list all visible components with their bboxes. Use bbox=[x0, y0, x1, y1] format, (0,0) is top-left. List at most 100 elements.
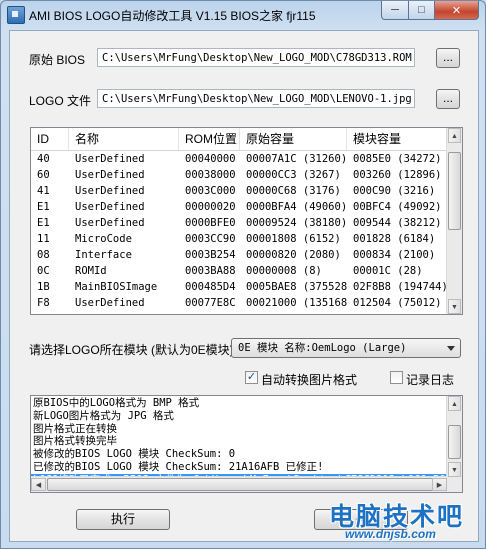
logo-path-input[interactable]: C:\Users\MrFung\Desktop\New_LOGO_MOD\LEN… bbox=[97, 89, 415, 108]
table-cell: 00021000 (135168) bbox=[246, 297, 347, 309]
table-row[interactable]: 08 Interface 0003B254 00000820 (2080) 000834… bbox=[31, 247, 447, 263]
maximize-button[interactable]: □ bbox=[409, 1, 435, 20]
table-cell: 00000CC3 (3267) bbox=[246, 169, 341, 181]
close-button[interactable]: ✕ bbox=[435, 1, 479, 20]
log-file-checkbox[interactable] bbox=[390, 371, 403, 384]
table-cell: 00038000 bbox=[185, 169, 236, 181]
table-row[interactable]: 1B MainBIOSImage 000485D4 0005BAE8 (375528)… bbox=[31, 279, 447, 295]
watermark: 电脑技术吧 www.dnjsb.com bbox=[327, 497, 477, 543]
scroll-up-icon[interactable]: ▲ bbox=[448, 396, 461, 411]
table-cell: 00000820 (2080) bbox=[246, 249, 341, 261]
module-select-value: 0E 模块 名称:OemLogo (Large) bbox=[238, 342, 407, 354]
table-cell: 003260 (12896) bbox=[353, 169, 442, 181]
browse-bios-button[interactable]: ... bbox=[436, 48, 460, 68]
run-button[interactable]: 执行 bbox=[76, 509, 170, 530]
scroll-up-icon[interactable]: ▲ bbox=[448, 128, 461, 143]
bios-file-label: 原始 BIOS bbox=[29, 53, 86, 67]
log-vscrollbar[interactable]: ▲ ▼ bbox=[446, 396, 462, 477]
table-cell: 00BFC4 (49092) bbox=[353, 201, 442, 213]
table-cell: UserDefined bbox=[75, 217, 145, 229]
log-line: 原BIOS中的LOGO格式为 BMP 格式 bbox=[33, 397, 200, 409]
table-cell: UserDefined bbox=[75, 201, 145, 213]
table-row[interactable]: E1 UserDefined 0000BFE0 00009524 (38180) 009… bbox=[31, 215, 447, 231]
column-header[interactable]: ID bbox=[31, 128, 69, 150]
scroll-thumb[interactable] bbox=[448, 425, 461, 459]
auto-convert-label: 自动转换图片格式 bbox=[261, 373, 358, 387]
table-cell: 02F8B8 (194744) bbox=[353, 281, 447, 293]
table-cell: 0003CC90 bbox=[185, 233, 236, 245]
table-cell: Interface bbox=[75, 249, 132, 261]
app-window: AMI BIOS LOGO自动修改工具 V1.15 BIOS之家 fjr115 … bbox=[0, 0, 486, 549]
table-cell: 00040000 bbox=[185, 153, 236, 165]
table-cell: UserDefined bbox=[75, 169, 145, 181]
table-cell: 1B bbox=[37, 281, 50, 293]
scroll-left-icon[interactable]: ◀ bbox=[31, 478, 46, 491]
table-cell: 40 bbox=[37, 153, 50, 165]
scroll-down-icon[interactable]: ▼ bbox=[448, 462, 461, 477]
table-cell: 0085E0 (34272) bbox=[353, 153, 442, 165]
scroll-thumb[interactable] bbox=[47, 478, 435, 491]
column-header[interactable]: 模块容量 bbox=[347, 128, 447, 150]
table-cell: 00077E8C bbox=[185, 297, 236, 309]
log-line: 新LOGO图片格式为 JPG 格式 bbox=[33, 409, 174, 422]
table-cell: 0C bbox=[37, 265, 50, 277]
window-controls: ─ □ ✕ bbox=[381, 1, 479, 21]
table-cell: 0003C000 bbox=[185, 185, 236, 197]
log-file-label: 记录日志 bbox=[406, 373, 455, 387]
table-cell: 000834 (2100) bbox=[353, 249, 436, 261]
table-cell: 00001808 (6152) bbox=[246, 233, 341, 245]
client-area: 原始 BIOS C:\Users\MrFung\Desktop\New_LOGO… bbox=[9, 30, 479, 542]
table-row[interactable]: 40 UserDefined 00040000 00007A1C (31260) 008… bbox=[31, 151, 447, 167]
table-cell: E1 bbox=[37, 201, 50, 213]
table-row[interactable]: 11 MicroCode 0003CC90 00001808 (6152) 001828… bbox=[31, 231, 447, 247]
log-hscrollbar[interactable]: ◀ ▶ bbox=[31, 476, 447, 492]
table-cell: UserDefined bbox=[75, 185, 145, 197]
table-cell: 00000C68 (3176) bbox=[246, 185, 341, 197]
module-select-dropdown[interactable]: 0E 模块 名称:OemLogo (Large) bbox=[231, 338, 461, 358]
table-cell: E1 bbox=[37, 217, 50, 229]
scroll-right-icon[interactable]: ▶ bbox=[432, 478, 447, 491]
scroll-thumb[interactable] bbox=[448, 152, 461, 230]
module-list-body: 40 UserDefined 00040000 00007A1C (31260) 008… bbox=[31, 151, 447, 311]
table-cell: UserDefined bbox=[75, 153, 145, 165]
title-bar[interactable]: AMI BIOS LOGO自动修改工具 V1.15 BIOS之家 fjr115 … bbox=[1, 1, 485, 29]
log-output[interactable]: 原BIOS中的LOGO格式为 BMP 格式 新LOGO图片格式为 JPG 格式 图片… bbox=[30, 395, 463, 493]
table-cell: 000C90 (3216) bbox=[353, 185, 436, 197]
table-row[interactable]: 0C ROMId 0003BA88 00000008 (8) 00001C (28) bbox=[31, 263, 447, 279]
table-cell: 0003B254 bbox=[185, 249, 236, 261]
scroll-down-icon[interactable]: ▼ bbox=[448, 299, 461, 314]
log-line: 图片格式转换完毕 bbox=[33, 435, 117, 448]
log-lines: 原BIOS中的LOGO格式为 BMP 格式 新LOGO图片格式为 JPG 格式 图片… bbox=[31, 396, 462, 487]
table-cell: 08 bbox=[37, 249, 50, 261]
browse-logo-button[interactable]: ... bbox=[436, 89, 460, 109]
table-row[interactable]: E1 UserDefined 00000020 0000BFA4 (49060) 00B… bbox=[31, 199, 447, 215]
table-cell: UserDefined bbox=[75, 297, 145, 309]
table-row[interactable]: 41 UserDefined 0003C000 00000C68 (3176) 000C… bbox=[31, 183, 447, 199]
table-cell: 0000BFA4 (49060) bbox=[246, 201, 347, 213]
table-cell: 00000020 bbox=[185, 201, 236, 213]
column-header[interactable]: 原始容量 bbox=[240, 128, 347, 150]
bios-path-input[interactable]: C:\Users\MrFung\Desktop\New_LOGO_MOD\C78… bbox=[97, 48, 415, 67]
table-cell: MainBIOSImage bbox=[75, 281, 158, 293]
auto-convert-checkbox[interactable]: ✓ bbox=[245, 371, 258, 384]
table-cell: MicroCode bbox=[75, 233, 132, 245]
minimize-button[interactable]: ─ bbox=[381, 1, 409, 20]
table-row[interactable]: F8 UserDefined 00077E8C 00021000 (135168) 01… bbox=[31, 295, 447, 311]
table-cell: 0005BAE8 (375528) bbox=[246, 281, 347, 293]
table-cell: 00001C (28) bbox=[353, 265, 423, 277]
logo-file-label: LOGO 文件 bbox=[29, 94, 92, 108]
column-header[interactable]: 名称 bbox=[69, 128, 179, 150]
table-cell: 00009524 (38180) bbox=[246, 217, 347, 229]
log-line: 图片格式正在转换 bbox=[33, 422, 117, 435]
log-line: 已修改的BIOS LOGO 模块 CheckSum: 21A16AFB 已修正! bbox=[33, 460, 324, 473]
module-list[interactable]: ID 名称 ROM位置 原始容量 模块容量 40 UserDefined 00040000 0… bbox=[30, 127, 463, 315]
table-cell: 00007A1C (31260) bbox=[246, 153, 347, 165]
module-list-header: ID 名称 ROM位置 原始容量 模块容量 bbox=[31, 128, 447, 151]
table-cell: 009544 (38212) bbox=[353, 217, 442, 229]
table-row[interactable]: 60 UserDefined 00038000 00000CC3 (3267) 0032… bbox=[31, 167, 447, 183]
table-cell: 60 bbox=[37, 169, 50, 181]
log-line: 被修改的BIOS LOGO 模块 CheckSum: 0 bbox=[33, 448, 236, 461]
table-cell: ROMId bbox=[75, 265, 107, 277]
column-header[interactable]: ROM位置 bbox=[179, 128, 240, 150]
module-list-scrollbar[interactable]: ▲ ▼ bbox=[446, 128, 462, 314]
